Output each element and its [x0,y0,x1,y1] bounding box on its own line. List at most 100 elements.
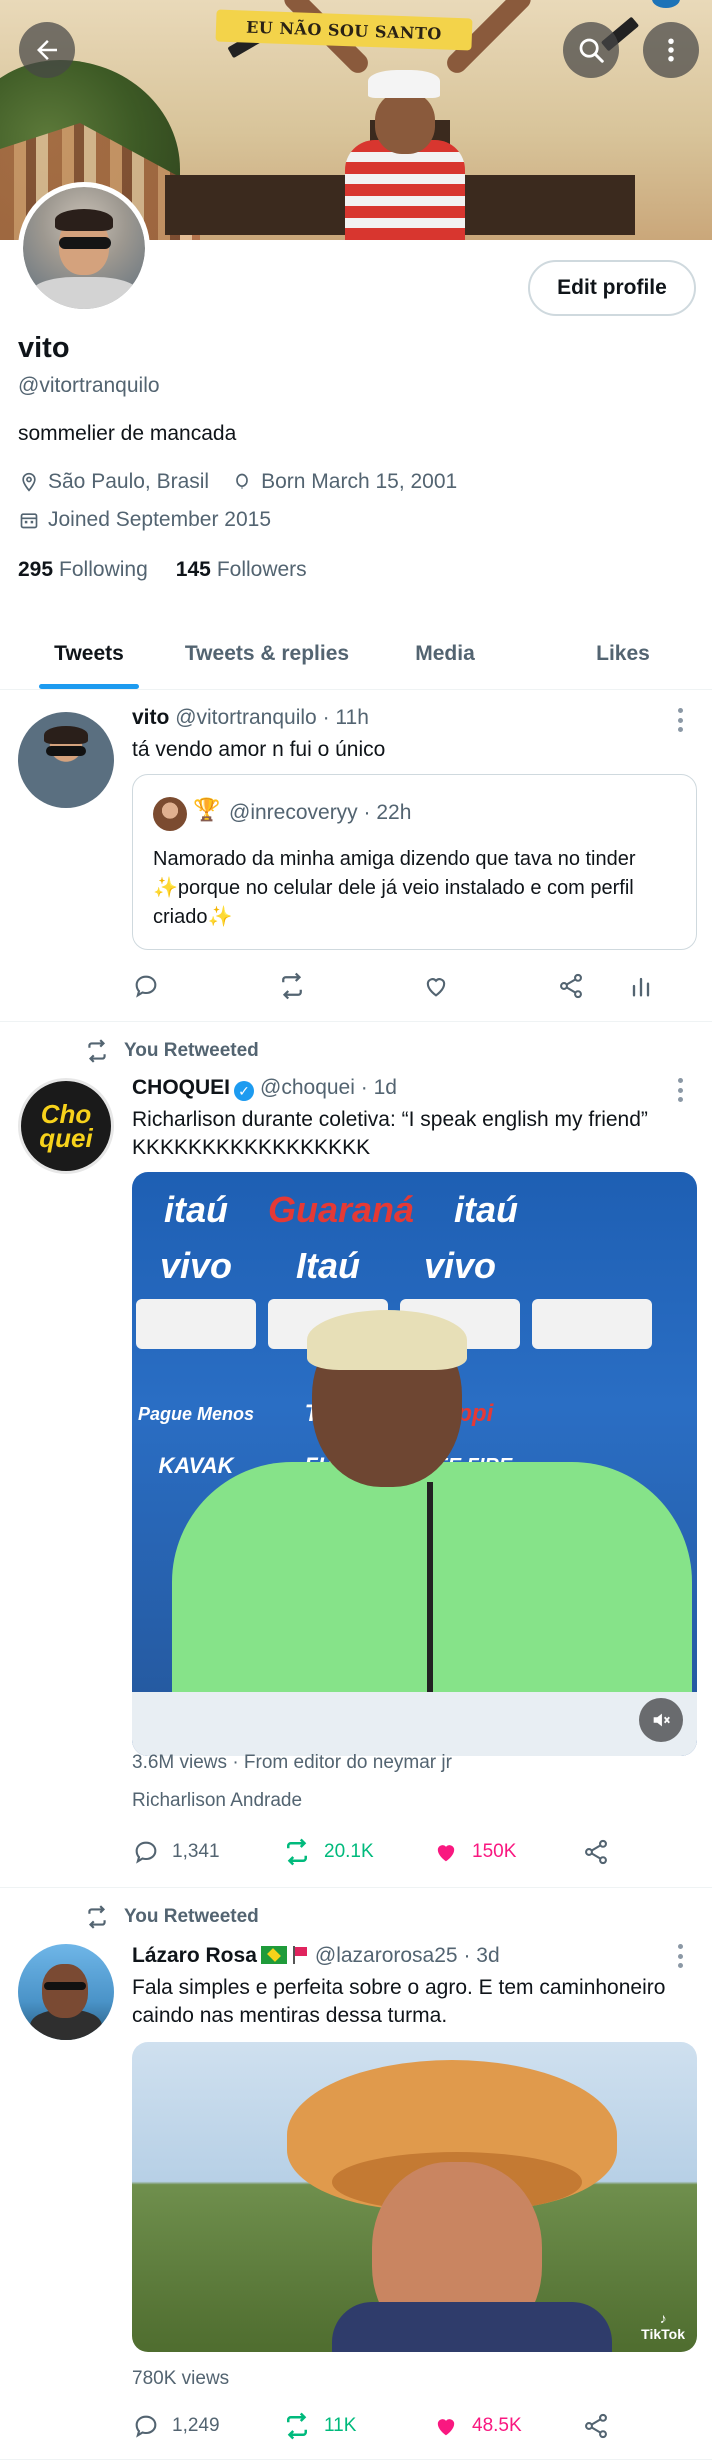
profile-birthday: Born March 15, 2001 [261,470,458,493]
location-icon [18,471,40,493]
retweet-button[interactable] [277,971,422,1001]
reply-button[interactable] [132,972,277,1000]
tweet-more-icon[interactable] [678,1944,684,1968]
following-label[interactable]: Following [59,558,148,582]
sponsor-band-top: itaú Guaraná itaú [132,1178,697,1242]
tweet-avatar[interactable] [18,712,114,808]
quoted-tweet-text: Namorado da minha amiga dizendo que tava… [153,848,636,928]
arrow-left-icon [37,40,57,60]
retweet-icon [88,1905,106,1929]
tweet-author-handle[interactable]: @lazarorosa25 [315,1944,458,1967]
player-hair [307,1310,467,1370]
tweet-header: vito @vitortranquilo · 11h [132,706,369,730]
sponsor-logo: vivo [159,1245,233,1286]
profile-bio: sommelier de mancada [18,422,237,445]
search-icon [579,38,604,63]
search-button[interactable] [563,22,619,78]
like-button[interactable]: 48.5K [432,2412,582,2440]
tweet-actions: 1,249 11K 48.5K [132,2406,692,2446]
tab-tweets[interactable]: Tweets [0,618,178,689]
tweet-author-name[interactable]: vito [132,706,169,729]
meta-separator: · [232,1752,239,1773]
tagged-user[interactable]: Richarlison Andrade [132,1790,302,1812]
quoted-tweet-avatar [153,797,187,831]
quoted-tweet-time: · 22h [363,801,412,824]
speaker-shirt [332,2302,612,2352]
retweet-indicator: You Retweeted [84,1904,259,1930]
profile-tabs: Tweets Tweets & replies Media Likes [0,618,712,690]
tweet[interactable]: You Retweeted Lázaro Rosa @lazarorosa25 ·… [0,1888,712,2460]
tab-tweets-replies[interactable]: Tweets & replies [178,618,356,689]
reply-button[interactable]: 1,341 [132,1838,282,1866]
tweet-avatar[interactable]: Cho quei [18,1078,114,1174]
profile-location: São Paulo, Brasil [48,470,210,493]
edit-profile-button[interactable]: Edit profile [528,260,696,316]
share-button[interactable] [582,1838,622,1866]
tweet-time: · 11h [322,706,369,729]
like-count: 150K [472,1841,517,1862]
tweet[interactable]: vito @vitortranquilo · 11h tá vendo amor… [0,692,712,1022]
tweet-author-name[interactable]: CHOQUEI [132,1076,230,1099]
choquei-logo: Cho quei [39,1099,93,1153]
tweet-header: Lázaro Rosa @lazarorosa25 · 3d [132,1944,500,1968]
tweet-avatar[interactable] [18,1944,114,2040]
retweet-icon [287,2412,307,2440]
quoted-tweet[interactable]: 🏆 @inrecoveryy · 22h Namorado da minha a… [132,774,697,950]
sponsor-logo: itaú [454,1189,519,1230]
retweet-button[interactable]: 20.1K [282,1837,432,1867]
like-button[interactable]: 150K [432,1838,582,1866]
quoted-tweet-handle: @inrecoveryy [229,801,358,824]
tweet-time: · 3d [463,1944,500,1967]
tweet-actions [132,966,692,1006]
retweet-icon [287,1838,307,1866]
retweet-button[interactable]: 11K [282,2411,432,2441]
share-button[interactable] [582,2412,622,2440]
tweet-more-icon[interactable] [678,708,684,732]
tweet-author-handle[interactable]: @vitortranquilo [175,706,317,729]
mute-button[interactable] [639,1698,683,1742]
share-button[interactable] [557,972,627,1000]
followers-count[interactable]: 145 [176,558,211,582]
tweet-author-name[interactable]: Lázaro Rosa [132,1944,257,1967]
video-source[interactable]: From editor do neymar jr [244,1752,452,1773]
analytics-button[interactable] [627,972,667,1000]
tweet[interactable]: You Retweeted Cho quei CHOQUEI ✓ @choquei … [0,1022,712,1888]
retweet-label: You Retweeted [124,1906,259,1927]
view-count: 3.6M views [132,1752,228,1773]
back-button[interactable] [19,22,75,78]
reply-count: 1,341 [172,1841,220,1862]
retweet-label: You Retweeted [124,1040,259,1061]
analytics-icon [632,977,650,997]
profile-joined-row: Joined September 2015 [18,508,271,532]
profile-meta-row: São Paulo, Brasil Born March 15, 2001 [18,470,457,494]
reply-button[interactable]: 1,249 [132,2412,282,2440]
tweet-video[interactable]: ♪ TikTok [132,2042,697,2352]
more-vertical-icon [668,38,674,62]
microphone [427,1482,433,1702]
balloon-icon [231,471,253,493]
more-options-button[interactable] [643,22,699,78]
tweet-text: tá vendo amor n fui o único [132,738,386,761]
sponsor-logo: Guaraná [268,1189,415,1230]
tweet-author-handle[interactable]: @choquei [260,1076,355,1099]
sponsor-logo: vivo [423,1245,497,1286]
nike-logo [532,1299,652,1349]
follow-stats: 295 Following 145 Followers [18,558,335,582]
tweet-more-icon[interactable] [678,1078,684,1102]
tab-media[interactable]: Media [356,618,534,689]
profile-avatar[interactable] [18,182,150,314]
reply-icon [135,975,157,998]
like-button[interactable] [422,972,557,1000]
followers-label[interactable]: Followers [217,558,307,582]
retweet-count: 11K [324,2415,357,2436]
quoted-tweet-header: @inrecoveryy · 22h [229,801,411,825]
tweet-video[interactable]: itaú Guaraná itaú vivo Itaú vivo Pague M… [132,1172,697,1756]
following-count[interactable]: 295 [18,558,53,582]
trophy-icon: 🏆 [193,797,221,822]
sponsor-logo: itaú [163,1189,228,1230]
nike-logo [136,1299,256,1349]
tweet-time: · 1d [360,1076,397,1099]
tab-likes[interactable]: Likes [534,618,712,689]
banner-striped-shirt [345,140,465,240]
retweet-icon [88,1039,106,1063]
